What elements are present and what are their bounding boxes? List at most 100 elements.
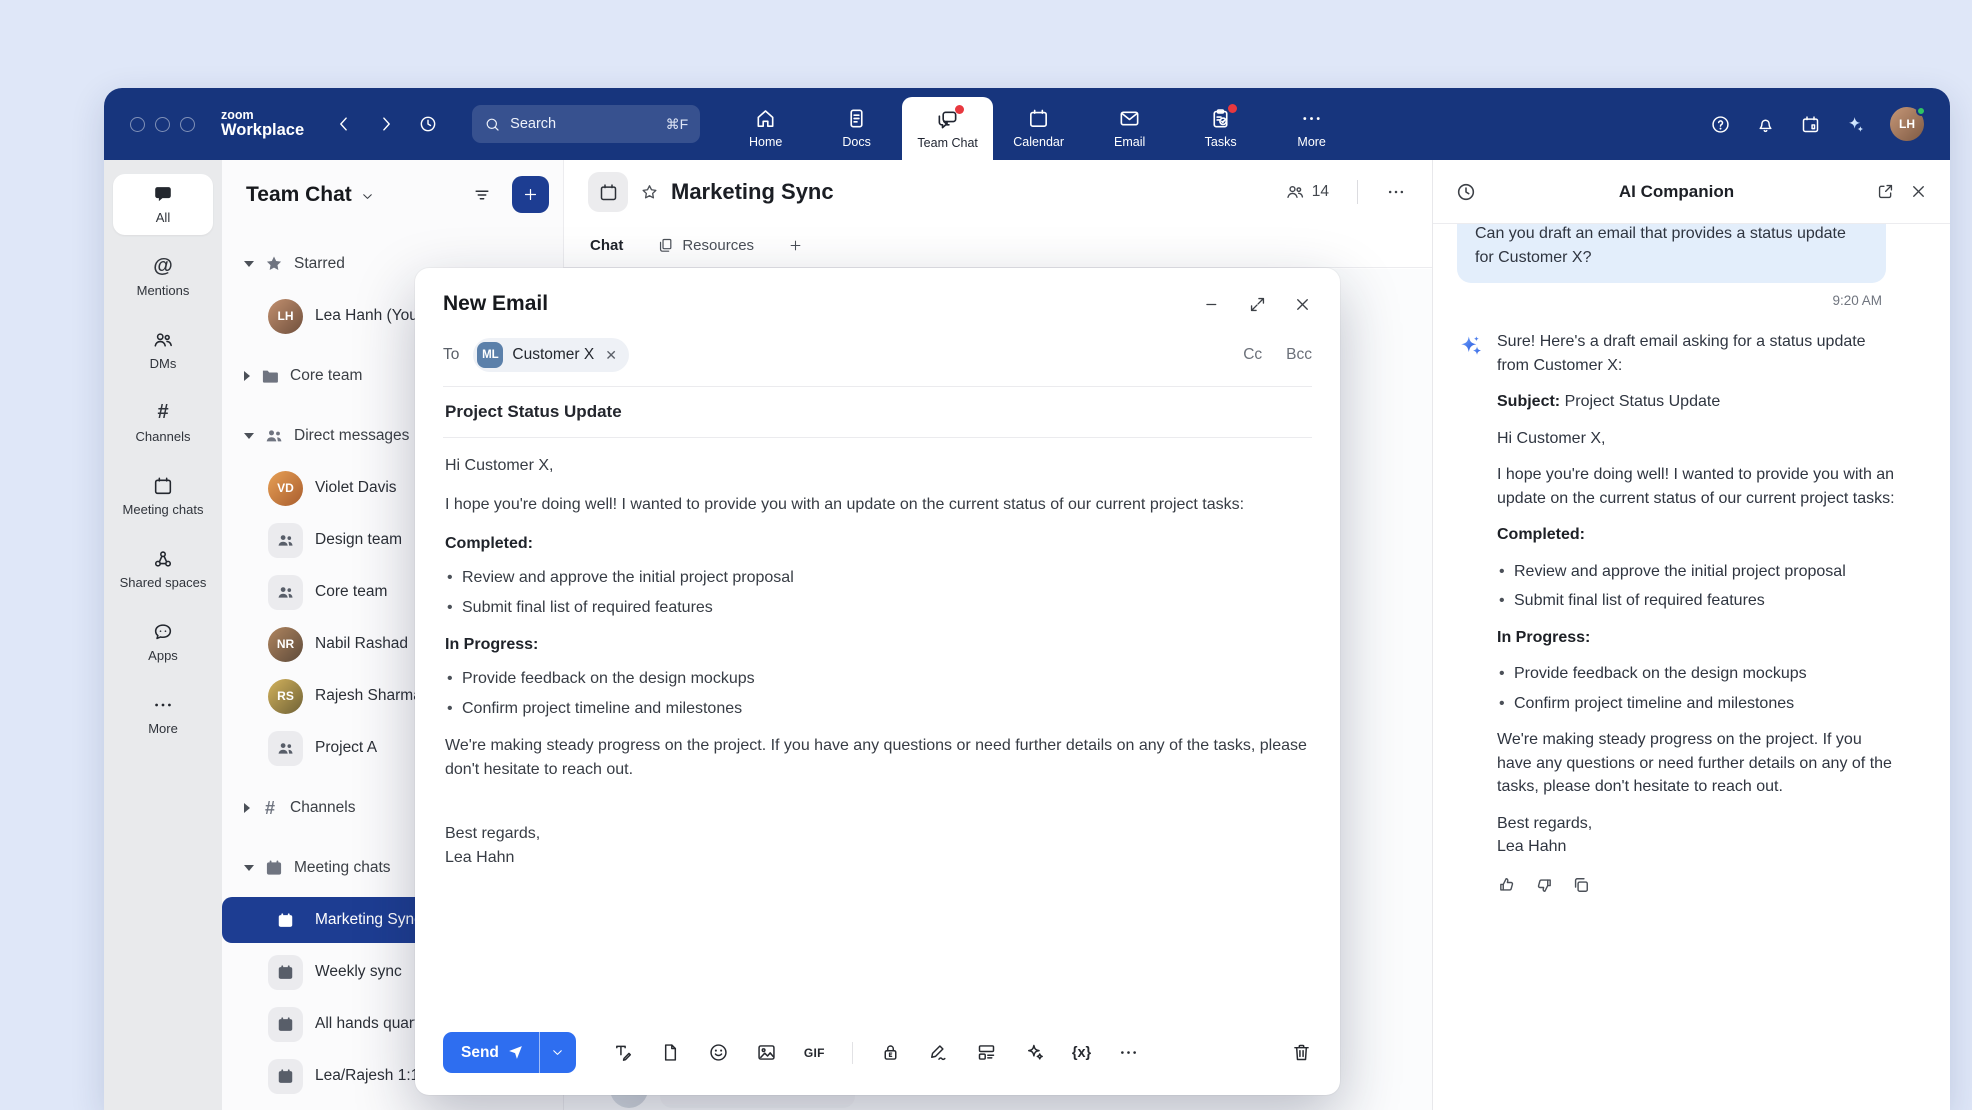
calendar-icon — [1027, 107, 1050, 130]
sidebar-item-shared-spaces[interactable]: Shared spaces — [113, 539, 213, 600]
traffic-light-minimize[interactable] — [155, 117, 170, 132]
tab-chat[interactable]: Chat — [590, 237, 623, 254]
user-avatar[interactable]: LH — [1890, 107, 1924, 141]
email-body-editor[interactable]: Hi Customer X, I hope you're doing well!… — [443, 438, 1312, 1020]
caret-down-icon[interactable] — [244, 865, 254, 871]
close-icon[interactable] — [1293, 295, 1312, 314]
tab-resources[interactable]: Resources — [657, 237, 754, 254]
search-input[interactable]: Search ⌘F — [472, 105, 700, 143]
add-tab-icon[interactable] — [788, 238, 803, 253]
recipient-chip[interactable]: ML Customer X ✕ — [473, 338, 629, 372]
sidebar-item-channels[interactable]: #Channels — [113, 393, 213, 454]
channel-title: Marketing Sync — [671, 179, 834, 205]
item-label: Core team — [290, 367, 362, 385]
email-icon — [1118, 107, 1141, 130]
emoji-icon[interactable] — [708, 1042, 729, 1063]
ai-close-icon[interactable] — [1909, 182, 1928, 201]
bullet-item: Review and approve the initial project p… — [445, 566, 1310, 590]
encrypt-icon[interactable] — [880, 1042, 901, 1063]
forward-icon[interactable] — [376, 114, 396, 134]
sidebar-item-meeting-chats[interactable]: Meeting chats — [113, 466, 213, 527]
modal-header: New Email — [443, 292, 1312, 316]
filter-icon[interactable] — [472, 185, 492, 205]
nav-tab-team-chat[interactable]: Team Chat — [902, 97, 993, 160]
ai-conversation: Can you draft an email that provides a s… — [1433, 224, 1950, 1110]
plus-icon — [522, 186, 539, 203]
ai-sparkle-icon[interactable] — [1845, 114, 1866, 135]
sidebar-item-dms[interactable]: DMs — [113, 320, 213, 381]
bullet-item: Submit final list of required features — [1497, 589, 1900, 613]
avatar: RS — [268, 679, 303, 714]
sidebar-item-all[interactable]: All — [113, 174, 213, 235]
open-in-new-window-icon[interactable] — [1876, 182, 1895, 201]
item-label: Direct messages — [294, 427, 409, 445]
format-icon[interactable] — [612, 1042, 633, 1063]
calendar-icon — [276, 1067, 295, 1086]
calendar-fill-icon — [264, 858, 284, 878]
send-button[interactable]: Send — [443, 1032, 539, 1073]
star-outline-icon[interactable] — [640, 183, 659, 202]
notifications-icon[interactable] — [1755, 114, 1776, 135]
sidebar-item-apps[interactable]: Apps — [113, 612, 213, 673]
copy-icon[interactable] — [1571, 875, 1591, 895]
nav-tab-docs[interactable]: Docs — [811, 88, 902, 160]
subject-field[interactable]: Project Status Update — [443, 387, 1312, 437]
traffic-light-close[interactable] — [130, 117, 145, 132]
send-options-button[interactable] — [539, 1032, 576, 1073]
nav-tab-email[interactable]: Email — [1084, 88, 1175, 160]
bullet-item: Provide feedback on the design mockups — [1497, 662, 1900, 686]
image-icon[interactable] — [756, 1042, 777, 1063]
attach-file-icon[interactable] — [660, 1042, 681, 1063]
caret-down-icon[interactable] — [244, 261, 254, 267]
item-label: Lea Hanh (You) — [315, 307, 423, 325]
calendar-icon — [276, 1015, 295, 1034]
calendar-date-icon[interactable] — [1800, 114, 1821, 135]
bullet-item: Provide feedback on the design mockups — [445, 667, 1310, 691]
template-icon[interactable] — [976, 1042, 997, 1063]
signature-icon[interactable] — [928, 1042, 949, 1063]
user-prompt-bubble: Can you draft an email that provides a s… — [1457, 224, 1886, 283]
nav-tab-calendar[interactable]: Calendar — [993, 88, 1084, 160]
pages-icon — [657, 237, 674, 254]
bcc-button[interactable]: Bcc — [1286, 346, 1312, 364]
caret-down-icon[interactable] — [244, 433, 254, 439]
ai-compose-icon[interactable] — [1024, 1042, 1045, 1063]
to-label: To — [443, 346, 459, 364]
item-label: Core team — [315, 583, 387, 601]
expand-icon[interactable] — [1248, 295, 1267, 314]
nav-tab-home[interactable]: Home — [720, 88, 811, 160]
bullet-item: Submit final list of required features — [445, 596, 1310, 620]
channel-more-icon[interactable] — [1386, 182, 1406, 202]
new-chat-button[interactable] — [512, 176, 549, 213]
meeting-avatar — [268, 1059, 303, 1094]
caret-right-icon[interactable] — [244, 803, 250, 813]
chat-fill-icon — [152, 183, 174, 205]
meeting-avatar — [268, 955, 303, 990]
sidebar-item-more[interactable]: More — [113, 685, 213, 746]
sidebar-item-mentions[interactable]: @Mentions — [113, 247, 213, 308]
cc-button[interactable]: Cc — [1243, 346, 1262, 364]
more-options-icon[interactable] — [1118, 1042, 1139, 1063]
thumbs-up-icon[interactable] — [1497, 875, 1517, 895]
chevron-down-icon[interactable] — [360, 189, 375, 204]
member-count[interactable]: 14 — [1285, 182, 1329, 202]
meeting-avatar — [268, 903, 303, 938]
ai-response-text: Sure! Here's a draft email asking for a … — [1497, 330, 1926, 895]
help-icon[interactable] — [1710, 114, 1731, 135]
minimize-icon[interactable] — [1203, 295, 1222, 314]
history-icon[interactable] — [418, 114, 438, 134]
remove-recipient-icon[interactable]: ✕ — [605, 347, 617, 364]
calendar-icon — [276, 963, 295, 982]
ai-history-icon[interactable] — [1455, 181, 1477, 203]
nav-tab-more[interactable]: More — [1266, 88, 1357, 160]
nav-tab-label: Tasks — [1205, 135, 1237, 149]
variables-icon[interactable]: {x} — [1072, 1045, 1091, 1061]
recipient-row: To ML Customer X ✕ Cc Bcc — [443, 338, 1312, 372]
caret-right-icon[interactable] — [244, 371, 250, 381]
back-icon[interactable] — [334, 114, 354, 134]
gif-icon[interactable]: GIF — [804, 1046, 825, 1060]
thumbs-down-icon[interactable] — [1534, 875, 1554, 895]
nav-tab-tasks[interactable]: Tasks — [1175, 88, 1266, 160]
discard-draft-icon[interactable] — [1291, 1042, 1312, 1063]
traffic-light-zoom[interactable] — [180, 117, 195, 132]
